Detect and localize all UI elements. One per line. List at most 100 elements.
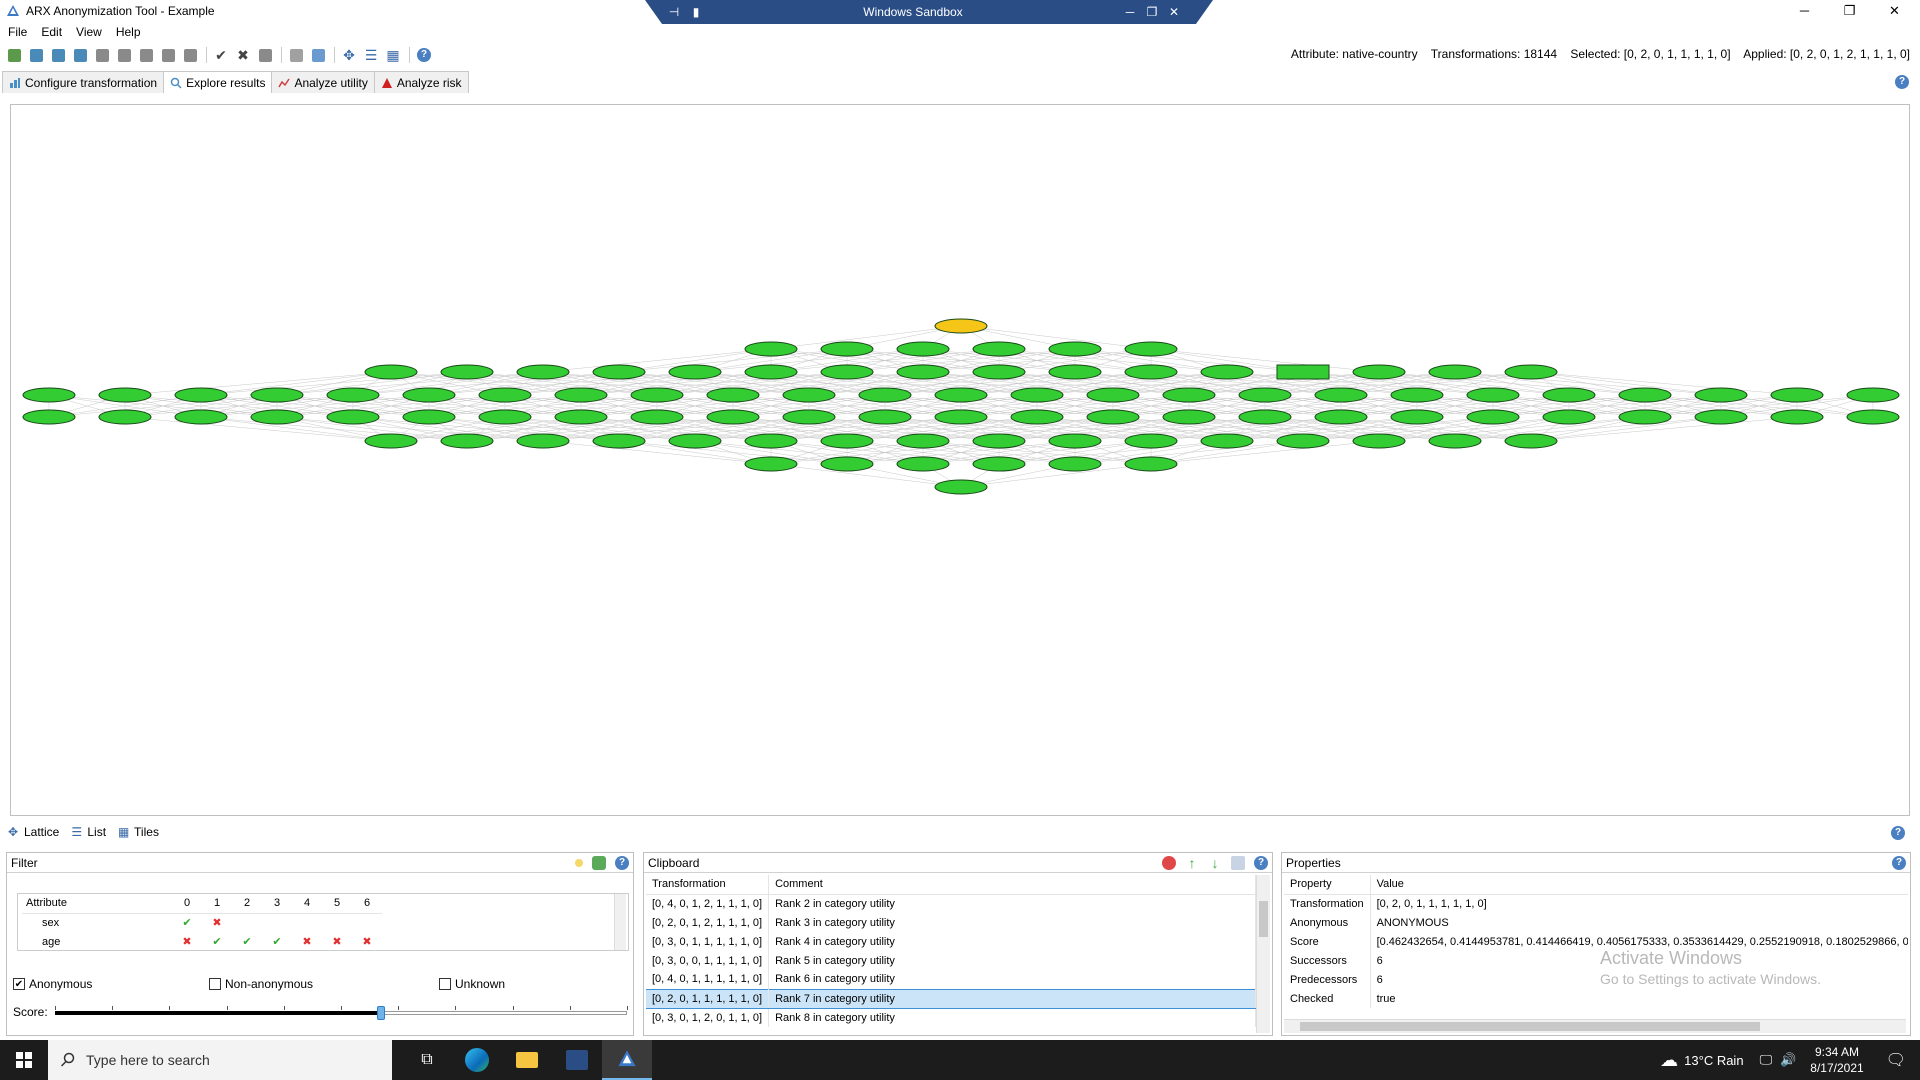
clipboard-row[interactable]: [0, 4, 0, 1, 1, 1, 1, 1, 0] Rank 6 in cat… — [646, 970, 1256, 989]
lattice-node[interactable] — [1694, 409, 1748, 425]
tab-configure-transformation[interactable]: Configure transformation — [2, 71, 165, 93]
lattice-node[interactable] — [630, 387, 684, 403]
menu-file[interactable]: File — [8, 25, 27, 39]
lattice-node[interactable] — [1390, 387, 1444, 403]
lattice-node[interactable] — [820, 456, 874, 472]
settings-button[interactable] — [286, 46, 306, 64]
lattice-node[interactable] — [592, 364, 646, 380]
create-hierarchy-button[interactable] — [180, 46, 200, 64]
lattice-node[interactable] — [1238, 409, 1292, 425]
clock[interactable]: 9:34 AM 8/17/2021 — [1810, 1044, 1863, 1076]
lattice-node[interactable] — [972, 341, 1026, 357]
check-mark-icon[interactable]: ✔ — [172, 913, 202, 932]
list-view-button[interactable]: ☰ — [361, 46, 381, 64]
lattice-node[interactable] — [364, 433, 418, 449]
export-hierarchy-button[interactable] — [158, 46, 178, 64]
unknown-checkbox[interactable]: Unknown — [439, 977, 505, 991]
lattice-node[interactable] — [554, 409, 608, 425]
notifications-icon[interactable]: 🗨 — [1886, 1050, 1906, 1070]
lattice-node[interactable] — [1428, 364, 1482, 380]
lattice-node[interactable] — [1048, 341, 1102, 357]
filter-scrollbar[interactable] — [614, 894, 626, 950]
file-explorer-app[interactable] — [502, 1040, 552, 1080]
help-icon[interactable]: ? — [1895, 75, 1909, 89]
sandbox-minimize-button[interactable]: ─ — [1119, 5, 1141, 19]
reset-filter-icon[interactable] — [575, 859, 583, 867]
lattice-node[interactable] — [858, 409, 912, 425]
lattice-node[interactable] — [1048, 456, 1102, 472]
help-icon[interactable]: ? — [1891, 826, 1905, 840]
lattice-node[interactable] — [1618, 409, 1672, 425]
clipboard-row[interactable]: [0, 3, 0, 1, 1, 1, 1, 1, 0] Rank 4 in cat… — [646, 932, 1256, 951]
lattice-node[interactable] — [744, 364, 798, 380]
lattice-node[interactable] — [1124, 433, 1178, 449]
tab-lattice[interactable]: ✥ Lattice — [8, 825, 59, 839]
lattice-node[interactable] — [440, 433, 494, 449]
restore-button[interactable]: ❐ — [1827, 0, 1872, 22]
weather-text[interactable]: 13°C Rain — [1684, 1053, 1743, 1068]
open-project-button[interactable] — [26, 46, 46, 64]
sandbox-restore-button[interactable]: ❐ — [1141, 5, 1163, 19]
lattice-node[interactable] — [440, 364, 494, 380]
lattice-node[interactable] — [1200, 433, 1254, 449]
table-view-button[interactable] — [308, 46, 328, 64]
task-view-button[interactable]: ⧉ — [402, 1040, 452, 1080]
cross-mark-icon[interactable]: ✖ — [202, 913, 232, 932]
network-icon[interactable]: 🖵 — [1760, 1052, 1773, 1068]
move-up-icon[interactable]: ↑ — [1185, 856, 1199, 870]
refresh-icon[interactable] — [592, 856, 606, 870]
lattice-node[interactable] — [1238, 387, 1292, 403]
cross-mark-icon[interactable]: ✖ — [322, 932, 352, 950]
lattice-node[interactable] — [1694, 387, 1748, 403]
lattice-view-button[interactable]: ✥ — [339, 46, 359, 64]
lattice-node[interactable] — [1352, 433, 1406, 449]
lattice-node[interactable] — [1846, 387, 1900, 403]
sandbox-app[interactable] — [552, 1040, 602, 1080]
cross-mark-icon[interactable]: ✖ — [352, 932, 382, 950]
lattice-node[interactable] — [972, 433, 1026, 449]
remove-icon[interactable] — [1162, 856, 1176, 870]
start-button[interactable] — [0, 1040, 48, 1080]
sandbox-close-button[interactable]: ✕ — [1163, 5, 1185, 19]
lattice-node[interactable] — [1124, 364, 1178, 380]
lattice-node[interactable] — [1276, 433, 1330, 449]
help-icon[interactable]: ? — [1892, 856, 1906, 870]
lattice-node[interactable] — [820, 364, 874, 380]
lattice-node[interactable] — [250, 387, 304, 403]
taskbar-search[interactable]: Type here to search — [48, 1040, 392, 1080]
new-project-button[interactable] — [4, 46, 24, 64]
clipboard-row[interactable]: [0, 3, 0, 1, 2, 0, 1, 1, 0] Rank 8 in cat… — [646, 1008, 1256, 1027]
lattice-node[interactable] — [934, 479, 988, 495]
lattice-node[interactable] — [554, 387, 608, 403]
copy-icon[interactable] — [1231, 856, 1245, 870]
lattice-node[interactable] — [820, 433, 874, 449]
lattice-node[interactable] — [972, 364, 1026, 380]
lattice-node[interactable] — [516, 364, 570, 380]
lattice-node[interactable] — [934, 387, 988, 403]
lattice-node[interactable] — [22, 409, 76, 425]
pin-icon[interactable]: ⊣ — [663, 5, 685, 19]
help-button[interactable]: ? — [414, 46, 434, 64]
help-icon[interactable]: ? — [615, 856, 629, 870]
lattice-node[interactable] — [820, 341, 874, 357]
lattice-node[interactable] — [592, 433, 646, 449]
menu-view[interactable]: View — [76, 25, 102, 39]
lattice-node[interactable] — [1352, 364, 1406, 380]
lattice-node[interactable] — [668, 433, 722, 449]
lattice-node[interactable] — [896, 433, 950, 449]
lattice-node[interactable] — [98, 387, 152, 403]
lattice-node[interactable] — [630, 409, 684, 425]
tab-analyze-utility[interactable]: Analyze utility — [271, 71, 375, 93]
lattice-node[interactable] — [1048, 364, 1102, 380]
lattice-node[interactable] — [744, 341, 798, 357]
lattice-node[interactable] — [896, 456, 950, 472]
menu-edit[interactable]: Edit — [41, 25, 62, 39]
lattice-node-top[interactable] — [934, 318, 988, 334]
lattice-node[interactable] — [1048, 433, 1102, 449]
lattice-node[interactable] — [98, 409, 152, 425]
anonymize-button[interactable]: ✔ — [211, 46, 231, 64]
tab-tiles[interactable]: ▦ Tiles — [118, 825, 159, 839]
lattice-node[interactable] — [250, 409, 304, 425]
lattice-node[interactable] — [1276, 364, 1330, 380]
scrollbar-thumb[interactable] — [1300, 1022, 1760, 1031]
